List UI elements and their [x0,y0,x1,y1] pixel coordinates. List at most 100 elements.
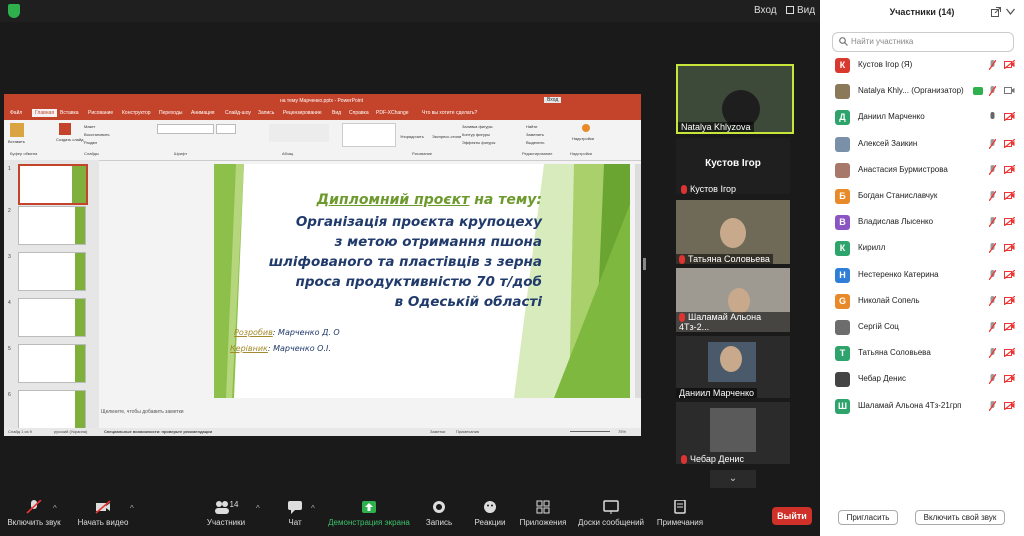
grid-view-icon [786,6,794,14]
start-video-button[interactable]: Начать видео [76,500,130,527]
tab-file[interactable]: Файл [10,110,22,116]
participant-row[interactable]: Н Нестеренко Катерина [820,263,1024,289]
new-slide-icon[interactable] [59,123,71,135]
slide-number: 3 [8,254,11,260]
paragraph-controls[interactable] [269,124,329,142]
video-tile-kustov[interactable]: Кустов Ігор Кустов Ігор [676,138,790,195]
participant-row[interactable]: Анастасия Бурмистрова [820,158,1024,184]
participant-search[interactable]: Найти участника [832,32,1014,52]
paste-icon[interactable] [10,123,24,137]
tell-me-search[interactable]: Что вы хотите сделать? [422,110,477,116]
slide-thumbnail-2[interactable] [18,206,86,245]
tab-home[interactable]: Главная [32,109,58,117]
status-notes-button[interactable]: Заметки [430,429,445,434]
view-signin[interactable]: Вход [754,5,777,16]
addins-icon[interactable] [582,124,590,132]
tab-transitions[interactable]: Переходы [159,110,182,116]
view-button[interactable]: Вид [797,5,815,16]
layout-button[interactable]: Макет [84,124,95,129]
shape-fill-button[interactable]: Заливка фигуры [462,124,493,129]
participant-row[interactable]: К Кирилл [820,236,1024,262]
shared-screen-powerpoint: на тему Марченко.pptx - PowerPoint Вход … [4,94,641,436]
record-button[interactable]: Запись [422,500,456,527]
apps-button[interactable]: Приложения [518,500,568,527]
slide-thumbnail-6[interactable] [18,390,86,429]
zoom-slider[interactable] [570,431,610,432]
tab-design[interactable]: Конструктор [122,110,151,116]
participant-row[interactable]: К Кустов Ігор (Я) [820,53,1024,79]
video-tile-tatyana[interactable]: Татьяна Соловьева [676,200,790,264]
split-drag-handle[interactable] [643,258,646,270]
notes-button[interactable]: Примечания [654,499,706,527]
slide-thumbnail-1[interactable] [18,164,88,205]
shape-effects-button[interactable]: Эффекты фигуры [462,140,495,145]
slide-thumbnail-5[interactable] [18,344,86,383]
video-tile-natalya[interactable]: Natalya Khlyzova [676,64,794,134]
participant-row[interactable]: Алексей Заикин [820,132,1024,158]
popout-icon[interactable] [991,7,1001,17]
tab-slideshow[interactable]: Слайд-шоу [225,110,251,116]
whiteboards-button[interactable]: Доски сообщений [576,500,646,527]
video-tile-shalamay[interactable]: Шаламай Альона 4Тз-2... [676,268,790,332]
share-screen-button[interactable]: Демонстрация экрана [326,500,412,527]
participant-row[interactable]: Д Даниил Марченко [820,105,1024,131]
mic-options-chevron-icon[interactable]: ^ [53,504,57,513]
quick-styles-button[interactable]: Экспресс-стили [432,134,461,139]
participants-button[interactable]: 14 Участники [204,500,248,527]
participant-row[interactable]: В Владислав Лысенко [820,210,1024,236]
shape-outline-button[interactable]: Контур фигуры [462,132,490,137]
mic-muted-icon [989,400,996,411]
leave-button[interactable]: Выйти [772,507,812,525]
tab-view[interactable]: Вид [332,110,341,116]
shapes-gallery[interactable] [342,123,396,147]
addins-button[interactable]: Надстройки [572,136,594,141]
minimize-icon[interactable] [1006,7,1015,17]
new-slide-button[interactable]: Создать слайд [56,137,83,142]
slide-thumbnail-4[interactable] [18,298,86,337]
video-tile-danil[interactable]: Даниил Марченко [676,336,790,398]
slide-thumbnail-3[interactable] [18,252,86,291]
tab-draw[interactable]: Рисование [88,110,113,116]
ppt-signin-button[interactable]: Вход [544,97,562,103]
arrange-button[interactable]: Упорядочить [400,134,424,139]
tab-review[interactable]: Рецензирование [283,110,322,116]
section-button[interactable]: Раздел [84,140,97,145]
chat-button[interactable]: Чат [282,500,308,527]
tab-animation[interactable]: Анимация [191,110,214,116]
status-language[interactable]: русский (Украина) [54,429,87,434]
participant-name: Владислав Лысенко [858,217,934,227]
find-button[interactable]: Найти [526,124,537,129]
font-name-select[interactable] [157,124,214,134]
participant-row[interactable]: Сергій Соц [820,315,1024,341]
participant-row[interactable]: Natalya Khly... (Организатор) [820,79,1024,105]
tab-help[interactable]: Справка [349,110,369,116]
slide-vertical-scrollbar[interactable] [635,164,641,398]
participants-chevron-icon[interactable]: ^ [256,504,260,513]
font-size-select[interactable] [216,124,236,134]
video-options-chevron-icon[interactable]: ^ [130,504,134,513]
select-button[interactable]: Выделить [526,140,544,145]
tab-record[interactable]: Запись [258,110,274,116]
replace-button[interactable]: Заменить [526,132,544,137]
tab-pdfxchange[interactable]: PDF-XChange [376,110,409,116]
security-shield-icon[interactable] [8,4,20,18]
participant-row[interactable]: G Николай Сопель [820,289,1024,315]
invite-button[interactable]: Пригласить [838,510,898,525]
status-accessibility[interactable]: Специальные возможности: проверьте реком… [104,429,212,434]
slide-canvas[interactable]: Дипломний проєкт на тему: Організація пр… [214,164,630,398]
paste-button[interactable]: Вставить [8,139,25,144]
status-comments-button[interactable]: Примечания [456,429,479,434]
video-tile-chebar[interactable]: Чебар Денис [676,402,790,464]
participant-row[interactable]: Ш Шаламай Альона 4Тз-21грп [820,394,1024,420]
participant-row[interactable]: Б Богдан Станиславчук [820,184,1024,210]
zoom-level[interactable]: 75% [618,429,626,434]
reset-button[interactable]: Восстановить [84,132,110,137]
chevron-down-icon[interactable]: ⌄ [710,470,756,488]
tab-insert[interactable]: Вставка [60,110,79,116]
participant-row[interactable]: Т Татьяна Соловьева [820,341,1024,367]
unmute-self-button[interactable]: Включить свой звук [915,510,1005,525]
reactions-button[interactable]: Реакции [472,500,508,527]
chat-chevron-icon[interactable]: ^ [311,504,315,513]
participant-row[interactable]: Чебар Денис [820,367,1024,393]
notes-pane[interactable]: Щелкните, чтобы добавить заметки [101,409,636,421]
